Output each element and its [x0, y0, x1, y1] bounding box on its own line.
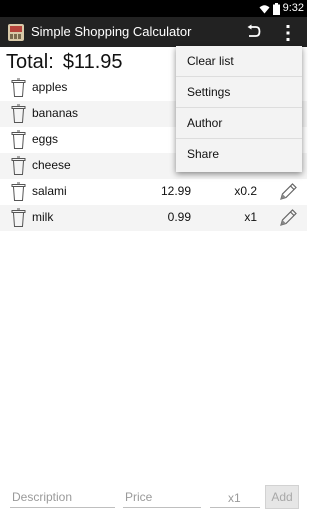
delete-item-icon[interactable]: [11, 130, 26, 150]
list-item: milk 0.99 x1: [0, 205, 307, 231]
status-bar: 9:32: [0, 0, 307, 17]
list-item: salami 12.99 x0.2: [0, 179, 307, 205]
total-amount: $11.95: [62, 51, 123, 73]
delete-item-icon[interactable]: [11, 208, 26, 228]
item-quantity: x0.2: [234, 184, 257, 198]
description-input[interactable]: [10, 486, 115, 508]
action-bar: Simple Shopping Calculator: [0, 17, 307, 47]
item-description: eggs: [32, 132, 59, 146]
item-description: cheese: [32, 158, 71, 172]
status-time: 9:32: [282, 2, 304, 14]
overflow-menu-icon[interactable]: [281, 24, 295, 42]
total-display: Total: $11.95: [6, 50, 123, 74]
undo-icon[interactable]: [244, 24, 262, 40]
item-description: salami: [32, 184, 67, 198]
app-title: Simple Shopping Calculator: [31, 24, 192, 39]
menu-item-clear-list[interactable]: Clear list: [176, 46, 302, 77]
add-item-bar: x1 Add: [0, 483, 307, 511]
delete-item-icon[interactable]: [11, 182, 26, 202]
delete-item-icon[interactable]: [11, 104, 26, 124]
price-input[interactable]: [123, 486, 201, 508]
total-label: Total:: [6, 51, 54, 73]
item-price: 12.99: [160, 184, 191, 198]
delete-item-icon[interactable]: [11, 156, 26, 176]
status-icons: 9:32: [259, 2, 304, 15]
app-icon[interactable]: [8, 24, 24, 41]
item-description: apples: [32, 80, 68, 94]
battery-icon: [272, 2, 280, 15]
item-description: milk: [32, 210, 54, 224]
menu-item-settings[interactable]: Settings: [176, 77, 302, 108]
item-quantity: x1: [244, 210, 257, 224]
wifi-icon: [259, 4, 270, 13]
delete-item-icon[interactable]: [11, 78, 26, 98]
item-price: 0.99: [167, 210, 191, 224]
menu-item-author[interactable]: Author: [176, 108, 302, 139]
add-button[interactable]: Add: [265, 485, 299, 509]
edit-pencil-icon[interactable]: [277, 207, 299, 229]
menu-item-share[interactable]: Share: [176, 139, 302, 170]
edit-pencil-icon[interactable]: [277, 181, 299, 203]
quantity-input[interactable]: [210, 486, 260, 508]
item-description: bananas: [32, 106, 79, 120]
overflow-menu: Clear list Settings Author Share: [176, 46, 302, 172]
